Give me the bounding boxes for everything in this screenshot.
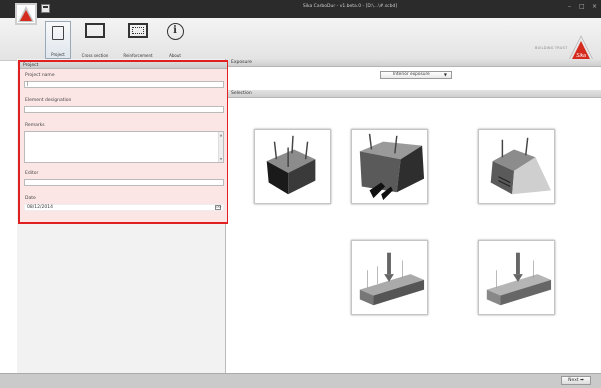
- project-header: Project: [20, 62, 227, 69]
- ribbon-project-label: Project: [51, 52, 65, 57]
- exposure-dropdown[interactable]: Interior exposure ▼: [380, 71, 452, 79]
- remarks-scrollbar[interactable]: ▲ ▼: [218, 132, 223, 162]
- ribbon-project-button[interactable]: Project: [45, 21, 71, 59]
- beam-type-option-1[interactable]: [254, 129, 331, 204]
- beam-type-option-2[interactable]: [351, 129, 428, 204]
- next-button[interactable]: Next ➡: [561, 376, 591, 385]
- project-name-label: Project name: [25, 73, 55, 78]
- info-icon: i: [166, 23, 184, 40]
- status-bar: Next ➡: [0, 373, 601, 388]
- right-pane: Exposure Interior exposure ▼ Selection: [228, 59, 601, 373]
- chevron-down-icon: ▼: [443, 72, 447, 77]
- title-bar: Sika CarboDur - v1.beta.0 - [D:\...\#.sc…: [0, 0, 601, 18]
- cross-section-icon: [85, 23, 105, 38]
- selection-header: Selection: [228, 90, 601, 98]
- ribbon-about-label: About: [169, 53, 181, 58]
- date-value: 08/12/2014: [27, 205, 53, 210]
- remarks-label: Remarks: [25, 123, 45, 128]
- reinforcement-icon: [128, 23, 148, 38]
- scroll-down-icon[interactable]: ▼: [219, 157, 223, 161]
- app-logo[interactable]: [15, 3, 37, 25]
- beam-type-option-4[interactable]: [351, 240, 428, 315]
- window-title: Sika CarboDur - v1.beta.0 - [D:\...\#.sc…: [302, 4, 398, 9]
- date-input[interactable]: 08/12/2014 15▾: [24, 204, 224, 211]
- sika-logo-icon: Sika: [568, 35, 594, 61]
- column-side-reinforcement-icon: [490, 137, 552, 195]
- ribbon-about-button[interactable]: i About: [162, 21, 188, 59]
- element-designation-input[interactable]: [24, 106, 224, 113]
- beam-loaded-alt-icon: [486, 252, 552, 306]
- element-designation-label: Element designation: [25, 98, 72, 103]
- calendar-icon[interactable]: 15▾: [215, 205, 221, 210]
- project-name-input[interactable]: |: [24, 81, 224, 88]
- app-logo-icon: [18, 6, 34, 22]
- minimize-button[interactable]: –: [568, 3, 571, 10]
- left-pane: Project Project name | Element designati…: [17, 59, 229, 373]
- project-form: Project Project name | Element designati…: [18, 60, 229, 224]
- column-plate-reinforcement-icon: [359, 133, 425, 201]
- editor-label: Editor: [25, 171, 39, 176]
- ribbon-cross-section-label: Cross section: [81, 53, 109, 58]
- column-top-reinforcement-icon: [266, 135, 316, 195]
- scroll-up-icon[interactable]: ▲: [219, 133, 223, 137]
- maximize-button[interactable]: □: [579, 3, 585, 10]
- editor-input[interactable]: [24, 179, 224, 186]
- exposure-header: Exposure: [228, 59, 601, 67]
- ribbon-cross-section-button[interactable]: Cross section: [74, 21, 116, 59]
- beam-type-option-5[interactable]: [478, 240, 555, 315]
- remarks-textarea[interactable]: ▲ ▼: [24, 131, 224, 163]
- beam-loaded-icon: [359, 252, 425, 306]
- close-button[interactable]: ×: [592, 3, 597, 10]
- brand-tagline: BUILDING TRUST: [535, 46, 568, 50]
- ribbon-reinforcement-button[interactable]: Reinforcement: [117, 21, 159, 59]
- ribbon-reinforcement-label: Reinforcement: [123, 53, 153, 58]
- ribbon: Project Cross section Reinforcement i Ab…: [0, 18, 601, 61]
- project-icon: [52, 26, 64, 40]
- date-label: Date: [25, 196, 36, 201]
- document-icon[interactable]: [41, 4, 50, 13]
- beam-type-option-3[interactable]: [478, 129, 555, 204]
- exposure-selected-value: Interior exposure: [393, 72, 430, 77]
